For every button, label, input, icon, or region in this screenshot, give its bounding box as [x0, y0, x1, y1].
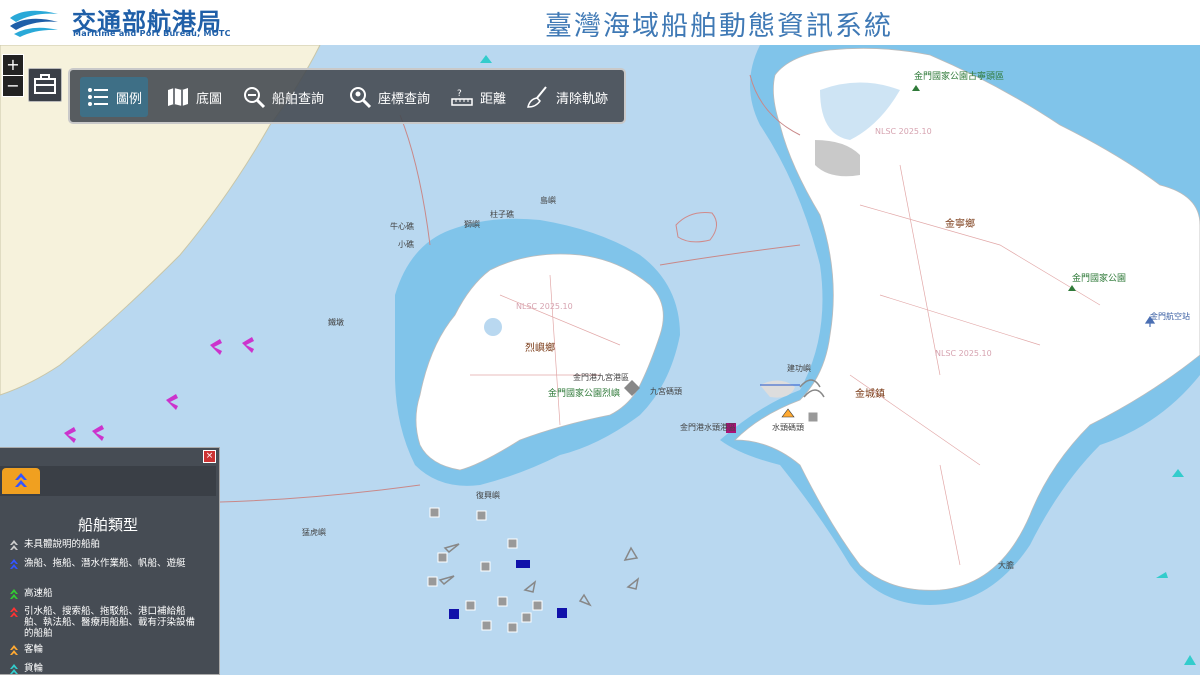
toolbar-distance-button[interactable]: ? 距離: [450, 77, 506, 117]
tab-ship-type[interactable]: [2, 468, 40, 494]
page-title: 臺灣海域船舶動態資訊系統: [545, 11, 893, 42]
map-label: 水頭碼頭: [772, 423, 804, 432]
ship-cargo-icon: [10, 664, 18, 674]
legend-item: 漁船、拖船、潛水作業船、帆船、遊艇: [10, 558, 200, 569]
map-label: 金門港水頭港區: [680, 423, 736, 432]
ship-search-icon: [244, 87, 266, 109]
toolbar-clear-track-button[interactable]: 清除軌跡: [526, 77, 608, 117]
map-label: 島嶼: [540, 196, 556, 205]
map-label: 建功嶼: [787, 364, 811, 373]
toolbar-label: 船舶查詢: [272, 91, 325, 107]
map-label: 烈嶼鄉: [525, 343, 555, 354]
map-label: 九宮碼頭: [650, 387, 682, 396]
toolbar-label: 清除軌跡: [556, 91, 609, 107]
mpb-logo-icon: [10, 10, 58, 37]
map-watermark: NLSC 2025.10: [875, 127, 932, 136]
ship-unspecified-icon: [10, 540, 18, 550]
map-label: 復興嶼: [476, 491, 500, 500]
ship-special-icon: [10, 607, 18, 617]
map-label: 小礁: [398, 240, 414, 249]
legend-item: 貨輪: [10, 663, 200, 674]
toolbar-coordinate-search-button[interactable]: 座標查詢: [348, 77, 430, 117]
close-icon[interactable]: ×: [203, 450, 216, 463]
legend-item: 高速船: [10, 588, 200, 599]
map-label: 金寧鄉: [945, 219, 975, 230]
ship-passenger-icon: [10, 645, 18, 655]
toolbar-label: 圖例: [116, 91, 143, 107]
ruler-icon: ?: [451, 89, 473, 106]
map-label: 金門國家公園: [1072, 274, 1127, 284]
broom-icon: [527, 86, 547, 108]
list-icon: [88, 88, 108, 106]
map-label: 大膽: [998, 561, 1014, 570]
map-label: 獅嶼: [464, 220, 480, 229]
map-label: 金城鎮: [855, 389, 885, 400]
map-label: 金門國家公園古寧頭區: [914, 72, 1005, 82]
legend-title: 船舶類型: [77, 516, 138, 534]
map-watermark: NLSC 2025.10: [516, 302, 573, 311]
legend-item: 未具體說明的船舶: [10, 539, 200, 550]
map-label: 猛虎嶼: [302, 528, 326, 537]
ship-marker-group-fishing: [64, 337, 254, 443]
toolbar-label: 距離: [480, 91, 507, 107]
location-search-icon: [350, 87, 372, 109]
toolbar-label: 座標查詢: [378, 91, 431, 107]
map-label: 金門港九宮港區: [573, 373, 629, 382]
legend-item: 客輪: [10, 644, 200, 655]
map-icon: [168, 88, 188, 106]
map-toolbar: 圖例 底圖 船舶查詢 座標查詢 ? 距離 清除軌跡: [68, 68, 626, 124]
legend-item: 引水船、搜索船、拖駁船、港口補給船舶、執法船、醫療用船舶、載有汙染設備的船舶: [10, 606, 200, 639]
legend-panel: × 船舶類型 未具體說明的船舶 漁船、拖船、潛水作業船、帆船、遊艇 高速船 引水…: [0, 447, 220, 675]
ship-chevron-icon: [15, 473, 27, 487]
svg-text:?: ?: [457, 89, 462, 99]
toolbox-icon: [34, 74, 56, 94]
toolbox-toggle-button[interactable]: [28, 68, 62, 102]
legend-tabbar: [0, 466, 216, 496]
toolbar-label: 底圖: [196, 91, 223, 107]
ship-highspeed-icon: [10, 589, 18, 599]
map-label: 柱子礁: [490, 210, 514, 219]
toolbar-legend-button[interactable]: 圖例: [80, 77, 149, 117]
zoom-out-button[interactable]: −: [2, 75, 24, 97]
map-label: 金門航空站: [1150, 312, 1190, 321]
brand-name-en: Maritime and Port Bureau, MOTC: [73, 29, 231, 38]
map-label: 金門國家公園烈嶼: [548, 389, 621, 399]
map-watermark: NLSC 2025.10: [935, 349, 992, 358]
map-label: 鐵墩: [328, 318, 344, 327]
ship-fishing-icon: [10, 559, 18, 569]
map-label: 牛心礁: [390, 222, 414, 231]
toolbar-ship-search-button[interactable]: 船舶查詢: [242, 77, 324, 117]
toolbar-basemap-button[interactable]: 底圖: [166, 77, 222, 117]
zoom-in-button[interactable]: +: [2, 54, 24, 76]
header: 交通部航港局 Maritime and Port Bureau, MOTC 臺灣…: [0, 0, 1200, 45]
